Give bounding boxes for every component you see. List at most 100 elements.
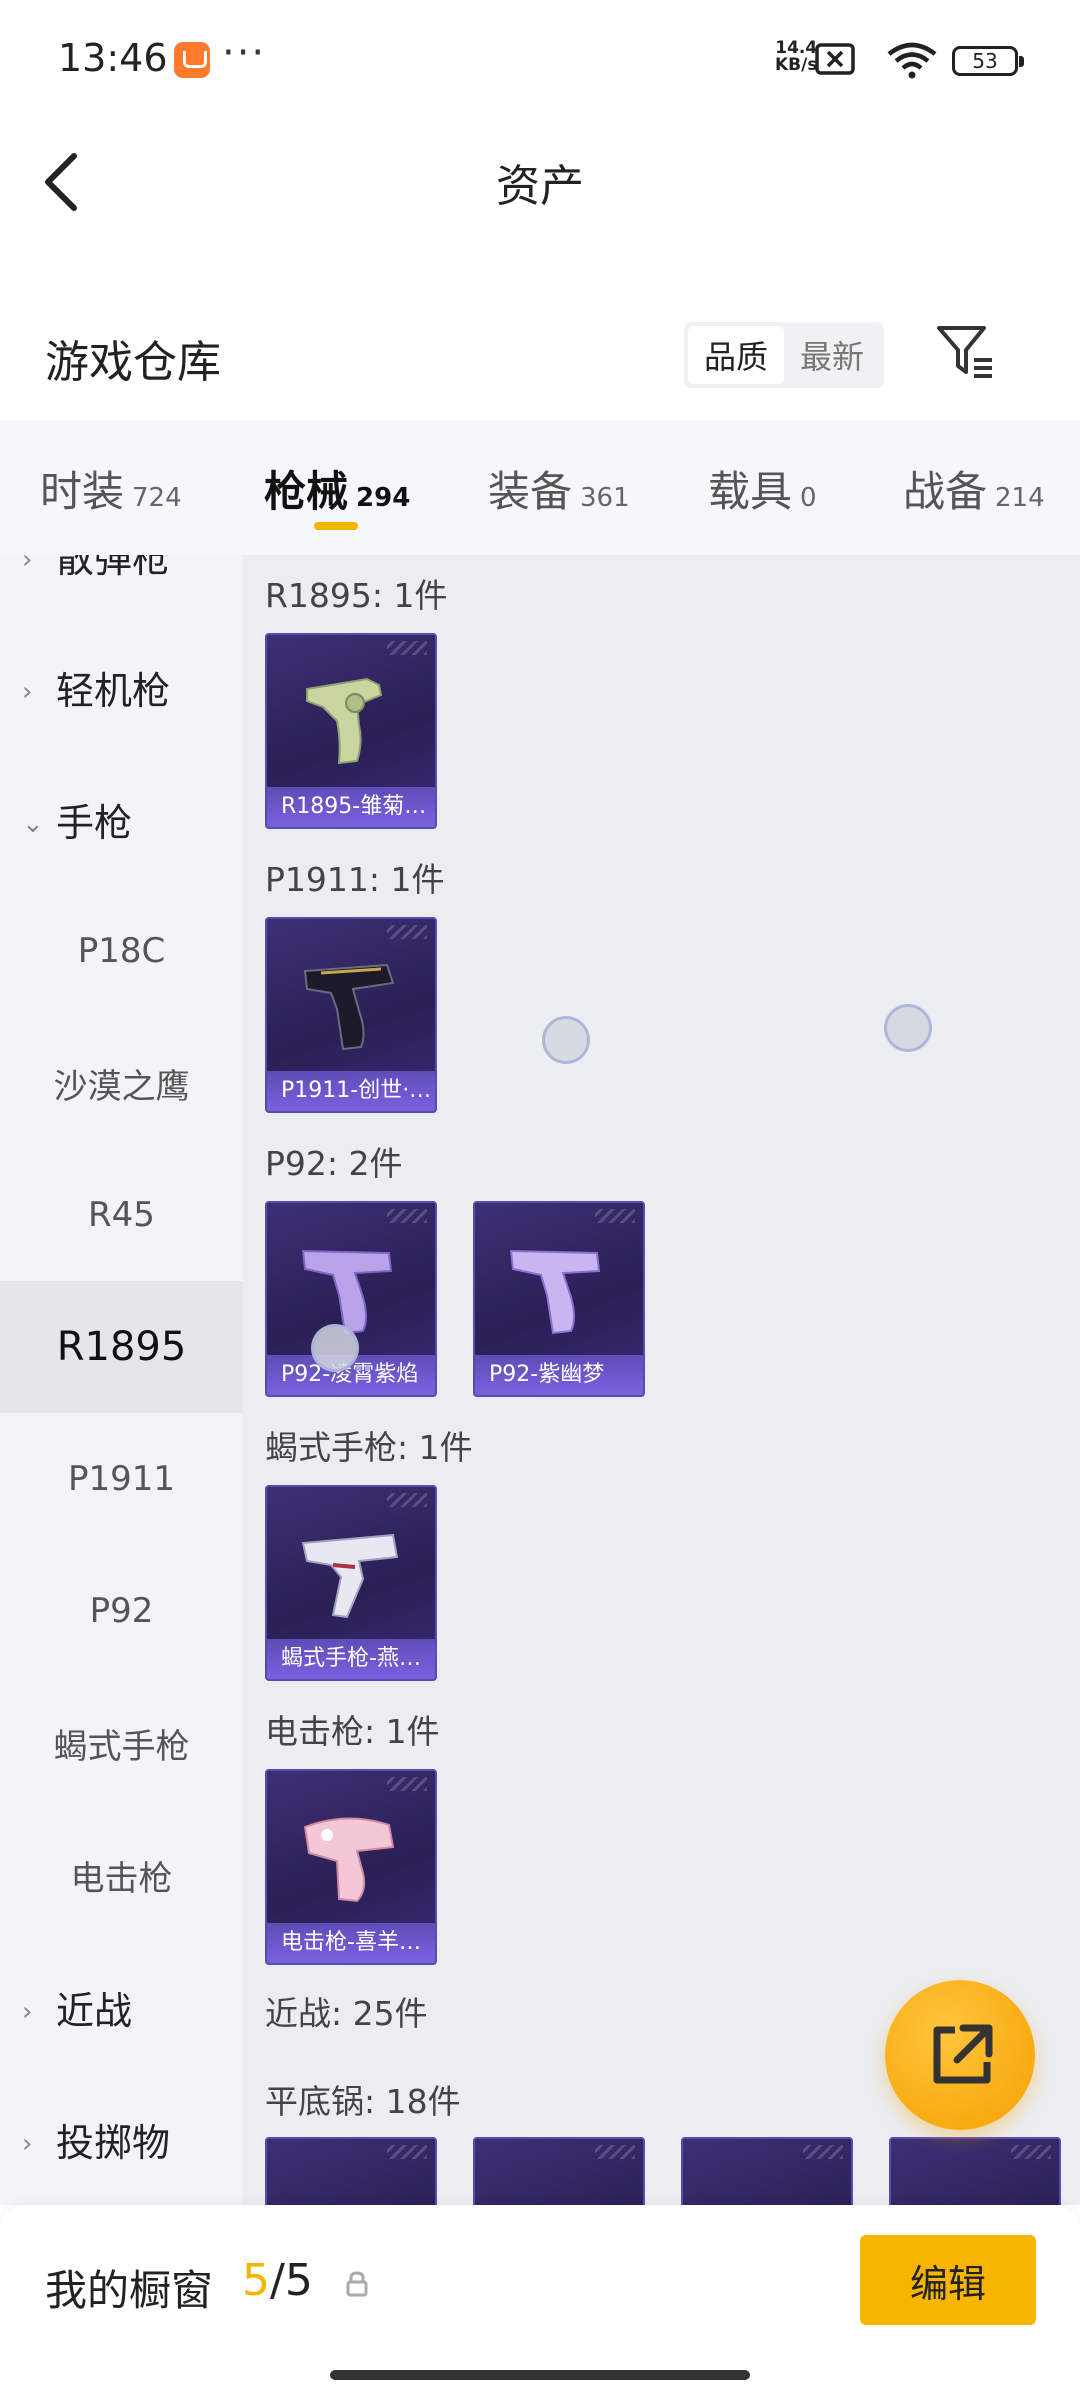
item-card[interactable]: P1911-创世·… <box>265 917 437 1113</box>
sort-toggle: 品质 最新 <box>684 322 884 388</box>
frying-pan-icon <box>297 2169 407 2205</box>
sidebar-item-p18c[interactable]: P18C <box>0 885 243 1017</box>
weapon-type-sidebar: › 散弹枪 › 轻机枪 ⌄ 手枪 P18C 沙漠之鹰 R45 R1895 P19… <box>0 555 243 2205</box>
touch-indicator <box>542 1016 590 1064</box>
app-notification-icon <box>174 42 210 78</box>
pistol-icon <box>301 1249 393 1335</box>
item-card[interactable] <box>473 2137 645 2205</box>
sidebar-item-p1911[interactable]: P1911 <box>0 1413 243 1545</box>
stun-gun-icon <box>303 1817 395 1903</box>
item-card-label: P92-紫幽梦 <box>475 1355 643 1395</box>
touch-indicator <box>884 1004 932 1052</box>
showcase-bar: 我的橱窗 5/5 编辑 <box>0 2205 1080 2400</box>
sidebar-item-scorpion[interactable]: 蝎式手枪 <box>0 1677 243 1809</box>
page-title: 资产 <box>496 161 584 212</box>
section-title: P92: 2件 <box>265 1144 403 1183</box>
tab-count: 724 <box>132 483 182 513</box>
chevron-right-icon: › <box>22 2129 33 2159</box>
tab-label: 枪械 <box>264 467 349 516</box>
no-sim-icon <box>815 43 855 75</box>
sidebar-item-r45[interactable]: R45 <box>0 1149 243 1281</box>
active-tab-indicator <box>314 522 358 530</box>
filter-icon[interactable] <box>934 322 996 382</box>
sidebar-item-label: 散弹枪 <box>56 555 171 581</box>
section-title: 近战: 25件 <box>265 1994 428 2033</box>
network-speed: 14.4 KB/s <box>775 40 817 74</box>
item-card-label: R1895-雏菊… <box>267 787 435 827</box>
sidebar-item-melee[interactable]: › 近战 <box>0 1941 243 2073</box>
item-card[interactable]: P92-紫幽梦 <box>473 1201 645 1397</box>
tab-vehicles[interactable]: 载具 0 <box>708 458 817 519</box>
item-card[interactable] <box>889 2137 1061 2205</box>
edit-button[interactable]: 编辑 <box>860 2235 1036 2325</box>
showcase-separator: / <box>270 2255 285 2306</box>
smg-pistol-icon <box>301 1533 399 1619</box>
sort-quality-button[interactable]: 品质 <box>688 326 784 384</box>
touch-indicator <box>311 1324 359 1372</box>
more-notifications-icon: ··· <box>222 30 267 76</box>
tab-equipment[interactable]: 装备 361 <box>488 458 630 519</box>
network-speed-unit: KB/s <box>775 55 818 75</box>
sidebar-item-label: 手枪 <box>56 800 133 845</box>
sidebar-item-lmg[interactable]: › 轻机枪 <box>0 621 243 753</box>
tab-label: 装备 <box>488 467 573 516</box>
pistol-icon <box>303 963 395 1051</box>
status-bar: 13:46 ··· 14.4 KB/s 53 <box>0 0 1080 110</box>
sidebar-item-label: 轻机枪 <box>56 668 171 713</box>
tab-tactical[interactable]: 战备 214 <box>903 458 1045 519</box>
warehouse-title: 游戏仓库 <box>45 337 221 388</box>
battery-icon: 53 <box>952 46 1024 76</box>
showcase-used: 5 <box>242 2255 270 2306</box>
chevron-right-icon: › <box>22 555 33 575</box>
sidebar-item-r1895[interactable]: R1895 <box>0 1281 243 1413</box>
tab-fashion[interactable]: 时装 724 <box>40 458 182 519</box>
tab-label: 载具 <box>708 467 793 516</box>
share-icon <box>933 2024 993 2084</box>
lock-icon <box>346 2271 368 2297</box>
item-card[interactable]: P92-凌霄紫焰 <box>265 1201 437 1397</box>
sort-newest-button[interactable]: 最新 <box>784 326 880 384</box>
sidebar-item-shotgun[interactable]: › 散弹枪 <box>0 555 243 621</box>
item-card[interactable]: R1895-雏菊… <box>265 633 437 829</box>
showcase-total: 5 <box>284 2255 313 2306</box>
showcase-label: 我的橱窗 <box>45 2266 214 2315</box>
section-title: 蝎式手枪: 1件 <box>265 1428 473 1467</box>
sidebar-item-throwable[interactable]: › 投掷物 <box>0 2073 243 2205</box>
chevron-right-icon: › <box>22 1997 33 2027</box>
sidebar-item-p92[interactable]: P92 <box>0 1545 243 1677</box>
item-card[interactable]: 电击枪-喜羊… <box>265 1769 437 1965</box>
frying-pan-icon <box>505 2169 615 2205</box>
section-title: P1911: 1件 <box>265 860 445 899</box>
section-title: 平底锅: 18件 <box>265 2082 461 2121</box>
home-indicator[interactable] <box>330 2370 750 2380</box>
section-title: 电击枪: 1件 <box>265 1712 440 1751</box>
item-card[interactable] <box>681 2137 853 2205</box>
item-card-label: P1911-创世·… <box>267 1071 435 1111</box>
chevron-right-icon: › <box>22 677 33 707</box>
tab-count: 214 <box>995 483 1045 513</box>
share-button[interactable] <box>885 1980 1035 2130</box>
item-card[interactable]: 蝎式手枪-燕… <box>265 1485 437 1681</box>
tab-label: 战备 <box>903 467 988 516</box>
chevron-down-icon: ⌄ <box>22 809 44 839</box>
sidebar-item-stun-gun[interactable]: 电击枪 <box>0 1809 243 1941</box>
category-tabs: 时装 724 枪械 294 装备 361 载具 0 战备 214 <box>0 420 1080 555</box>
item-card-label: 电击枪-喜羊… <box>267 1923 435 1963</box>
sidebar-item-pistol[interactable]: ⌄ 手枪 <box>0 753 243 885</box>
item-card[interactable] <box>265 2137 437 2205</box>
tab-count: 0 <box>800 483 817 513</box>
item-grid: R1895: 1件 R1895-雏菊… P1911: 1件 P1911-创世·…… <box>243 555 1080 2205</box>
section-title: R1895: 1件 <box>265 576 448 615</box>
showcase-count: 5/5 <box>242 2255 313 2306</box>
pistol-icon <box>509 1249 601 1335</box>
frying-pan-icon <box>713 2169 823 2205</box>
tab-count: 294 <box>356 483 411 513</box>
sidebar-item-desert-eagle[interactable]: 沙漠之鹰 <box>0 1017 243 1149</box>
sidebar-item-label: 投掷物 <box>56 2120 171 2165</box>
item-card-label: 蝎式手枪-燕… <box>267 1639 435 1679</box>
revolver-icon <box>306 677 383 765</box>
tab-firearms[interactable]: 枪械 294 <box>264 458 410 519</box>
tab-label: 时装 <box>40 467 125 516</box>
sidebar-item-label: 近战 <box>56 1988 133 2033</box>
frying-pan-icon <box>921 2169 1031 2205</box>
